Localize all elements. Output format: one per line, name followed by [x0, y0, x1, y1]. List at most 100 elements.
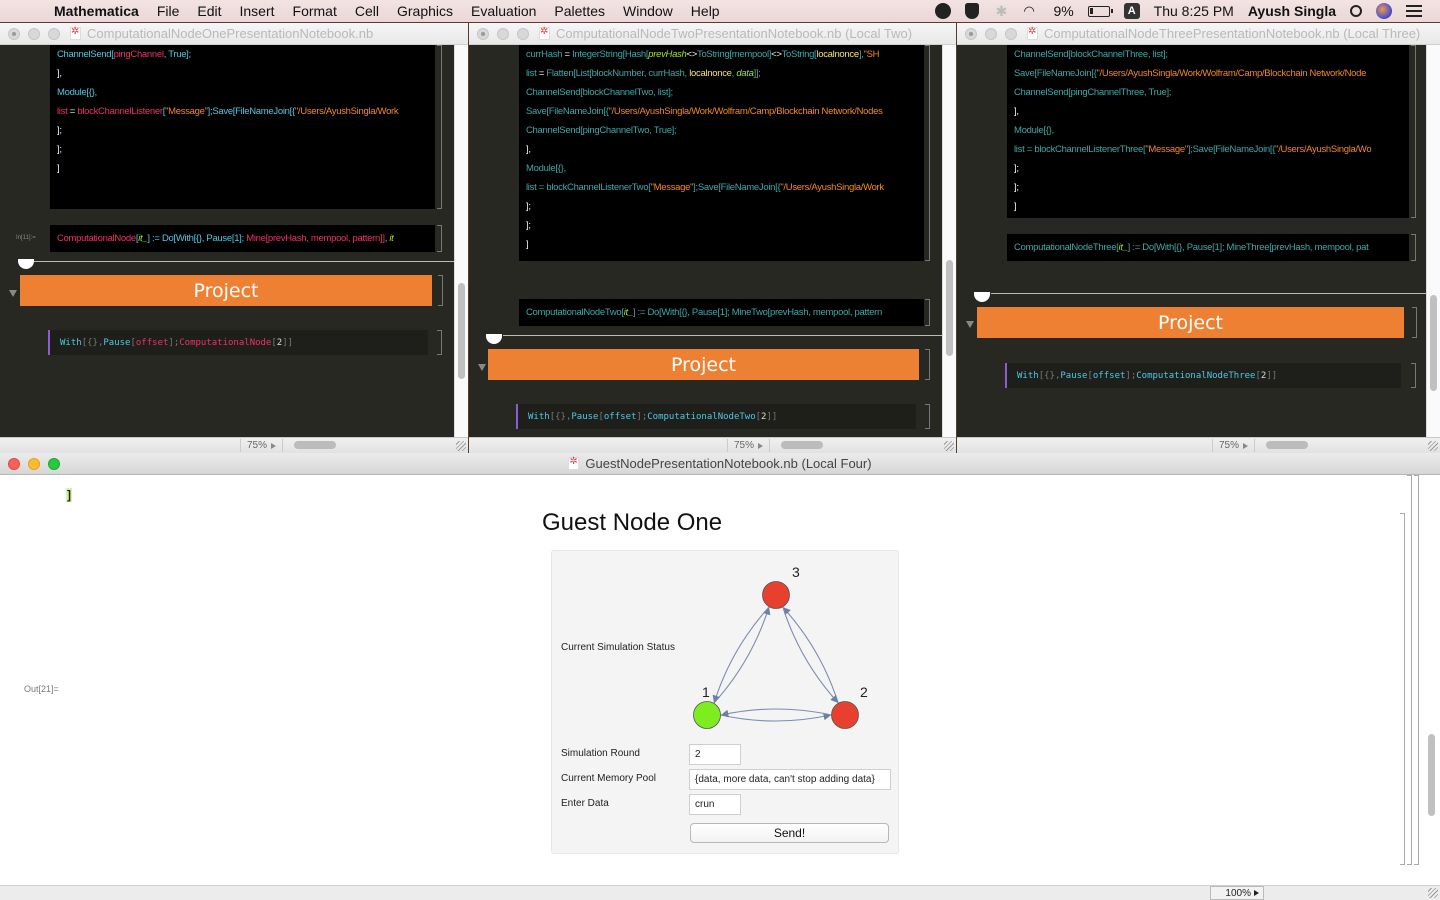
cell-bracket[interactable] — [437, 225, 442, 252]
section-collapse-icon[interactable] — [966, 321, 974, 328]
input-cell[interactable]: With [{}, Pause[offset]; ComputationalNod… — [516, 404, 916, 429]
resize-grip-icon[interactable] — [1428, 441, 1438, 451]
zoom-menu[interactable]: 75% — [1212, 439, 1256, 452]
user-name[interactable]: Ayush Singla — [1248, 3, 1336, 19]
zoom-button[interactable] — [517, 27, 529, 40]
resize-grip-icon[interactable] — [1428, 888, 1438, 898]
menu-help[interactable]: Help — [691, 3, 720, 19]
send-button[interactable]: Send! — [690, 823, 889, 843]
cell-insertion-icon[interactable] — [974, 292, 990, 302]
resize-grip-icon[interactable] — [944, 441, 954, 451]
wifi-icon[interactable]: ◠ — [1023, 3, 1039, 19]
cell-bracket[interactable] — [1411, 363, 1416, 388]
code-token: Module[{}, — [1014, 125, 1054, 136]
menu-file[interactable]: File — [157, 3, 180, 19]
vertical-scroll-thumb[interactable] — [946, 260, 953, 356]
zoom-button[interactable] — [1005, 27, 1017, 40]
cell-bracket[interactable] — [925, 404, 930, 429]
shield-icon[interactable] — [965, 3, 980, 19]
cell-insertion-icon[interactable] — [18, 259, 34, 269]
code-token: With — [528, 411, 550, 422]
zoom-menu[interactable]: 75% — [727, 439, 771, 452]
zoom-menu[interactable]: 75% — [240, 439, 284, 452]
clock[interactable]: Thu 8:25 PM — [1154, 3, 1234, 19]
input-cell[interactable]: With [{}, Pause[offset]; ComputationalNod… — [48, 330, 428, 355]
minimize-button[interactable] — [985, 27, 997, 40]
menu-window[interactable]: Window — [623, 3, 673, 19]
definition-cell[interactable]: ComputationalNode[it_] := Do[With[{}, Pa… — [50, 225, 435, 252]
minimize-button[interactable] — [28, 27, 40, 40]
cell-bracket[interactable] — [437, 330, 442, 355]
resize-grip-icon[interactable] — [456, 441, 466, 451]
cell-bracket[interactable] — [925, 299, 930, 326]
menu-format[interactable]: Format — [293, 3, 337, 19]
code-token: data — [736, 68, 754, 79]
section-collapse-icon[interactable] — [478, 364, 486, 371]
window-titlebar[interactable]: ComputationalNodeOnePresentationNotebook… — [0, 23, 468, 45]
window-titlebar[interactable]: ComputationalNodeTwoPresentationNotebook… — [469, 23, 956, 45]
menu-insert[interactable]: Insert — [240, 3, 275, 19]
cell-bracket[interactable] — [1407, 475, 1412, 865]
vertical-scrollbar[interactable] — [1426, 45, 1440, 437]
cell-bracket[interactable] — [1414, 475, 1419, 865]
code-line: Save[FileNameJoin[{"/Users/AyushSingla/W… — [519, 102, 924, 121]
cell-bracket[interactable] — [1411, 234, 1416, 261]
guest-node-panel: Current Simulation Status 1 2 3 Simulation… — [551, 550, 899, 854]
cell-bracket[interactable] — [925, 349, 930, 380]
cell-bracket[interactable] — [1400, 513, 1405, 865]
code-cell[interactable]: ChannelSend[blockChannelThree, list]; Sav… — [1007, 45, 1409, 218]
menu-graphics[interactable]: Graphics — [397, 3, 453, 19]
bluetooth-icon[interactable]: ✱ — [993, 3, 1009, 19]
enter-data-input[interactable]: crun — [689, 794, 741, 815]
code-token: ];Save[FileNameJoin[{ — [207, 106, 295, 117]
spotlight-search-icon[interactable] — [1350, 5, 1362, 17]
input-cell[interactable]: With [{}, Pause[offset]; ComputationalNod… — [1005, 363, 1401, 388]
cell-insertion-icon[interactable] — [486, 334, 502, 344]
menu-palettes[interactable]: Palettes — [554, 3, 605, 19]
cell-bracket[interactable] — [438, 275, 443, 306]
simulation-round-field[interactable]: 2 — [689, 744, 741, 765]
zoom-menu[interactable]: 100% — [1210, 886, 1264, 900]
minimize-button[interactable] — [497, 27, 509, 40]
code-token: ComputationalNodeTwo — [647, 411, 756, 422]
close-button[interactable] — [477, 27, 489, 40]
status-bar: 75% — [0, 437, 468, 453]
do-not-disturb-icon[interactable] — [935, 3, 952, 19]
menu-evaluation[interactable]: Evaluation — [471, 3, 536, 19]
code-token: ]; — [57, 144, 62, 155]
code-cell[interactable]: currHash = IntegerString[Hash[prevHash<>… — [519, 45, 924, 261]
close-button[interactable] — [965, 27, 977, 40]
cell-bracket[interactable] — [437, 45, 442, 209]
vertical-scrollbar[interactable] — [942, 45, 956, 437]
window-titlebar[interactable]: GuestNodePresentationNotebook.nb (Local … — [0, 453, 1440, 475]
code-token: ]; — [168, 337, 180, 348]
menu-cell[interactable]: Cell — [355, 3, 379, 19]
window-titlebar[interactable]: ComputationalNodeThreePresentationNotebo… — [957, 23, 1440, 45]
horizontal-scroll-thumb[interactable] — [294, 441, 336, 449]
cell-bracket[interactable] — [925, 45, 930, 261]
horizontal-scroll-thumb[interactable] — [781, 441, 823, 449]
notification-center-icon[interactable] — [1406, 5, 1422, 17]
cell-bracket[interactable] — [1411, 45, 1416, 218]
menu-edit[interactable]: Edit — [197, 3, 221, 19]
vertical-scroll-thumb[interactable] — [1430, 295, 1437, 391]
vertical-scrollbar[interactable] — [454, 45, 468, 437]
vertical-scroll-thumb[interactable] — [458, 283, 465, 379]
section-collapse-icon[interactable] — [9, 290, 17, 297]
memory-pool-field[interactable]: {data, more data, can't stop adding data… — [689, 769, 891, 790]
graph-edge-3-1 — [712, 606, 770, 704]
battery-icon[interactable] — [1087, 5, 1113, 17]
close-button[interactable] — [8, 27, 20, 40]
window-title-text: ComputationalNodeThreePresentationNotebo… — [1044, 26, 1421, 41]
vertical-scroll-thumb[interactable] — [1428, 734, 1435, 816]
cell-bracket[interactable] — [1412, 307, 1417, 338]
code-line: ] — [50, 159, 435, 178]
siri-icon[interactable] — [1376, 3, 1392, 19]
menu-app-name[interactable]: Mathematica — [54, 3, 139, 19]
definition-cell[interactable]: ComputationalNodeTwo[it_] := Do[With[{},… — [519, 299, 924, 326]
definition-cell[interactable]: ComputationalNodeThree[it_] := Do[With[{… — [1007, 234, 1409, 261]
code-cell[interactable]: ChannelSend[pingChannel, True];], Module[… — [50, 45, 435, 209]
input-source-icon[interactable]: A — [1123, 3, 1140, 19]
horizontal-scroll-thumb[interactable] — [1266, 441, 1308, 449]
zoom-button[interactable] — [48, 27, 60, 40]
